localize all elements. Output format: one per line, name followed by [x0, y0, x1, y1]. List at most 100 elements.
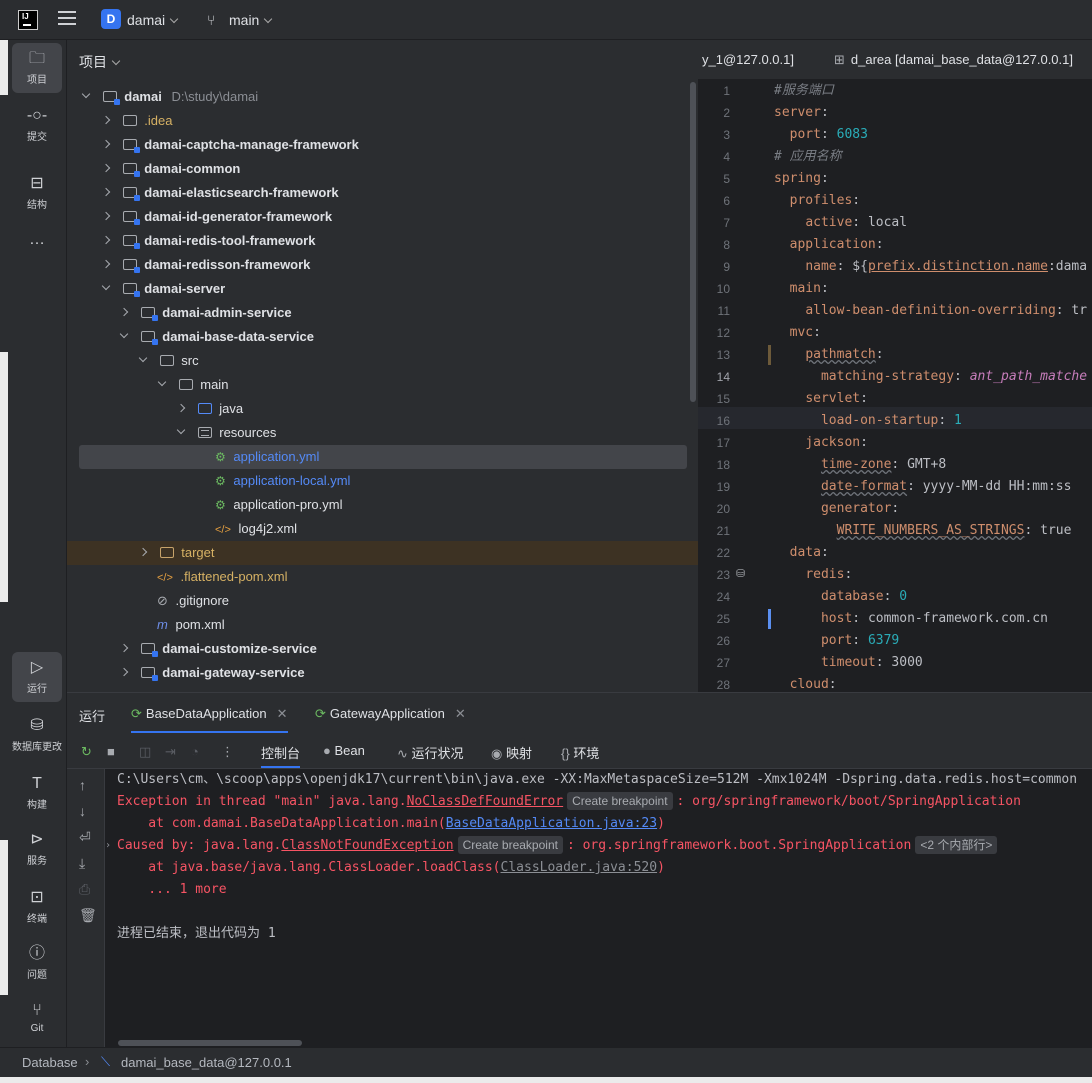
tool-project[interactable]: 🗀 项目 — [12, 43, 62, 93]
trash-icon[interactable]: 🗑 — [79, 907, 97, 924]
tool-build[interactable]: T 构建 — [12, 768, 62, 818]
create-breakpoint-button[interactable]: Create breakpoint — [567, 792, 673, 810]
intellij-logo-icon[interactable] — [18, 10, 38, 30]
soft-wrap-icon[interactable]: ⏎ — [79, 829, 91, 846]
yaml-key: cloud — [789, 677, 829, 692]
tree-item-label: damai-customize-service — [162, 641, 317, 656]
gauge-icon: ◔ — [191, 744, 199, 759]
line-number: 24 — [716, 590, 730, 604]
console-horizontal-scrollbar[interactable] — [118, 1040, 302, 1046]
spring-boot-icon: ⟳ — [131, 706, 142, 721]
branch-switcher[interactable]: main — [229, 12, 273, 28]
main-menu-icon[interactable] — [58, 11, 76, 27]
run-tab-gateway[interactable]: ⟳ GatewayApplication ✕ — [315, 706, 466, 722]
rerun-icon[interactable]: ↻ — [81, 744, 92, 760]
tool-run[interactable]: ▷ 运行 — [12, 652, 62, 702]
tree-item-pom[interactable]: m pom.xml — [67, 613, 698, 637]
editor-tab-d-area[interactable]: ⊞ d_area [damai_base_data@127.0.0.1] — [834, 52, 1073, 68]
subtab-bean[interactable]: ● Bean — [323, 743, 365, 758]
expand-icon — [101, 163, 111, 173]
tool-database-changes[interactable]: ⛁ 数据库更改 — [12, 710, 62, 760]
exception-class[interactable]: ClassNotFoundException — [281, 838, 453, 853]
console-output[interactable]: C:\Users\cm、\scoop\apps\openjdk17\curren… — [105, 769, 1092, 1048]
breadcrumb-database[interactable]: Database — [22, 1055, 78, 1070]
tool-git[interactable]: ⑂ Git — [12, 995, 62, 1045]
console-line: at java.base/java.lang.ClassLoader.loadC… — [117, 857, 665, 879]
tree-item-captcha[interactable]: damai-captcha-manage-framework — [67, 133, 698, 157]
project-switcher[interactable]: damai — [127, 12, 179, 28]
stacktrace-link[interactable]: ClassLoader.java:520 — [501, 860, 658, 875]
yaml-value: 6379 — [867, 633, 900, 648]
tree-item-main[interactable]: main — [67, 373, 698, 397]
console-line: Exception in thread "main" java.lang.NoC… — [117, 791, 1021, 813]
scroll-to-end-icon[interactable]: ⤓ — [79, 855, 85, 872]
subtab-mappings[interactable]: ◉ 映射 — [491, 743, 532, 762]
tab-label: 环境 — [573, 746, 600, 761]
project-scrollbar[interactable] — [690, 82, 696, 402]
tool-terminal[interactable]: ⊡ 终端 — [12, 882, 62, 932]
create-breakpoint-button[interactable]: Create breakpoint — [457, 836, 563, 854]
subtab-health[interactable]: ∿ 运行状况 — [397, 743, 464, 762]
excluded-folder-icon — [159, 547, 174, 558]
arrow-up-icon[interactable]: ↑ — [79, 777, 86, 793]
module-folder-icon — [122, 139, 140, 153]
tree-item-label: application.yml — [233, 449, 320, 464]
yaml-file-icon: ⚙ — [215, 450, 226, 464]
tree-item-log4j2-xml[interactable]: </> log4j2.xml — [67, 517, 698, 541]
subtab-console[interactable]: 控制台 — [261, 743, 301, 768]
tree-item-customize-service[interactable]: damai-customize-service — [67, 637, 698, 661]
close-icon[interactable]: ✕ — [455, 706, 466, 721]
stacktrace-link[interactable]: BaseDataApplication.java:23 — [446, 816, 657, 831]
console-line: Caused by: java.lang.ClassNotFoundExcept… — [117, 835, 1001, 857]
tree-item-gateway-service[interactable]: damai-gateway-service — [67, 661, 698, 685]
tree-item-path: D:\study\damai — [171, 89, 259, 104]
tree-item-gitignore[interactable]: ⊘ .gitignore — [67, 589, 698, 613]
tool-services[interactable]: ⊳ 服务 — [12, 824, 62, 874]
console-text: at java.base/java.lang.ClassLoader.loadC… — [117, 860, 501, 875]
breadcrumb-datasource[interactable]: damai_base_data@127.0.0.1 — [121, 1055, 292, 1070]
fold-chevron-icon[interactable]: › — [105, 840, 111, 851]
tree-item-java[interactable]: java — [67, 397, 698, 421]
close-icon[interactable]: ✕ — [277, 706, 288, 721]
editor-tab-database[interactable]: y_1@127.0.0.1] — [702, 52, 794, 67]
tree-item-label: damai-admin-service — [162, 305, 292, 320]
line-number: 23 — [716, 568, 730, 582]
tree-item-src[interactable]: src — [67, 349, 698, 373]
tree-item-application-local-yml[interactable]: ⚙ application-local.yml — [67, 469, 698, 493]
tree-item-application-pro-yml[interactable]: ⚙ application-pro.yml — [67, 493, 698, 517]
tree-item-damai[interactable]: damai D:\study\damai — [67, 85, 698, 109]
expand-icon — [101, 187, 111, 197]
run-tab-base-data[interactable]: ⟳ BaseDataApplication ✕ — [131, 706, 288, 733]
subtab-environment[interactable]: {} 环境 — [561, 743, 599, 762]
tree-item-resources[interactable]: resources — [67, 421, 698, 445]
more-icon[interactable]: ⋮ — [221, 744, 234, 760]
project-badge[interactable]: D — [101, 9, 121, 29]
tool-problems[interactable]: ⓘ 问题 — [12, 938, 62, 988]
stop-icon[interactable]: ■ — [107, 744, 115, 759]
exception-class[interactable]: NoClassDefFoundError — [407, 794, 564, 809]
internal-lines-toggle[interactable]: <2 个内部行> — [915, 836, 998, 854]
tree-item-base-data-service[interactable]: damai-base-data-service — [67, 325, 698, 349]
tool-structure[interactable]: ⊟ 结构 — [12, 168, 62, 218]
module-folder-icon — [122, 187, 140, 201]
database-gutter-icon[interactable]: ⛁ — [736, 567, 745, 580]
tool-commit[interactable]: -○- 提交 — [12, 100, 62, 150]
project-panel-header[interactable]: 项目 — [79, 52, 121, 72]
tree-item-flattened-pom[interactable]: </> .flattened-pom.xml — [67, 565, 698, 589]
tree-item-redisson[interactable]: damai-redisson-framework — [67, 253, 698, 277]
tree-item-elasticsearch[interactable]: damai-elasticsearch-framework — [67, 181, 698, 205]
tree-item-target[interactable]: target — [67, 541, 698, 565]
expand-icon — [119, 307, 129, 317]
tree-item-common[interactable]: damai-common — [67, 157, 698, 181]
tree-item-redis-tool[interactable]: damai-redis-tool-framework — [67, 229, 698, 253]
arrow-down-icon[interactable]: ↓ — [79, 803, 86, 819]
tool-more[interactable]: … — [12, 224, 62, 254]
expand-icon — [101, 139, 111, 149]
mapping-icon: ◉ — [491, 746, 503, 761]
tree-item-server[interactable]: damai-server — [67, 277, 698, 301]
tree-item-idea[interactable]: .idea — [67, 109, 698, 133]
tree-item-application-yml[interactable]: ⚙ application.yml — [79, 445, 687, 469]
tree-item-admin-service[interactable]: damai-admin-service — [67, 301, 698, 325]
tree-item-label: log4j2.xml — [238, 521, 298, 536]
tree-item-id-generator[interactable]: damai-id-generator-framework — [67, 205, 698, 229]
